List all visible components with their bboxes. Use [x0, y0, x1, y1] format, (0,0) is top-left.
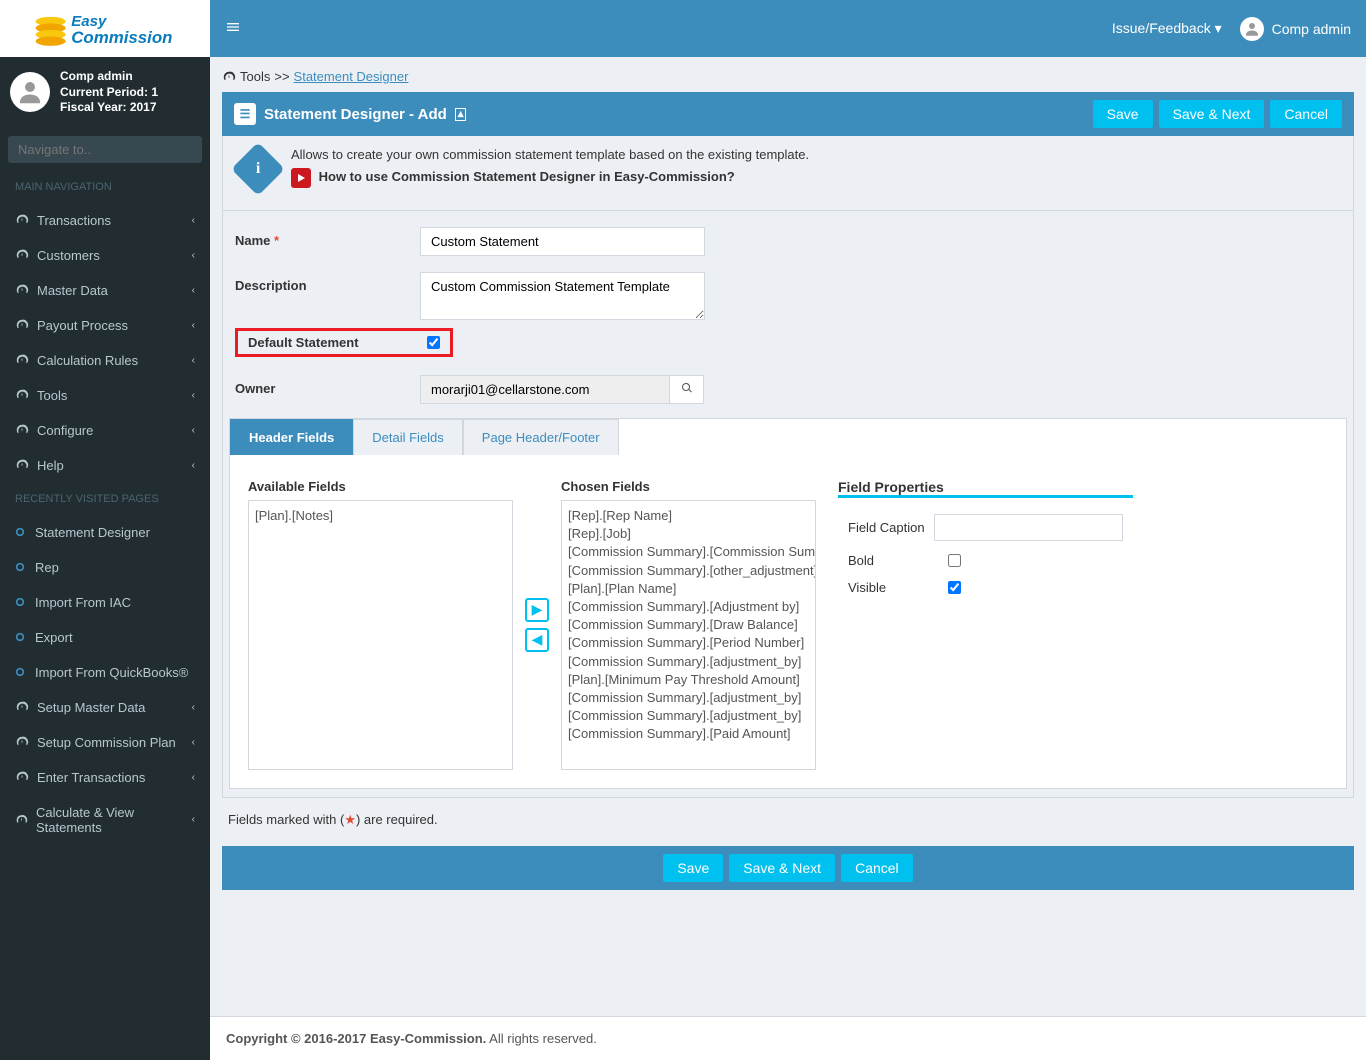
tab-detail-fields[interactable]: Detail Fields — [353, 419, 463, 455]
recent-item[interactable]: Export — [0, 620, 210, 655]
logo[interactable]: Easy Commission — [0, 0, 210, 57]
howto-link[interactable]: How to use Commission Statement Designer… — [319, 169, 735, 184]
cancel-button-bottom[interactable]: Cancel — [841, 854, 913, 882]
field-caption-input[interactable] — [934, 514, 1123, 541]
nav-search[interactable] — [8, 136, 202, 163]
cancel-button[interactable]: Cancel — [1270, 100, 1342, 128]
page-title: Statement Designer - Add — [264, 106, 447, 123]
menu-toggle[interactable] — [225, 19, 241, 38]
sidebar-item-enter-transactions[interactable]: Enter Transactions‹ — [0, 760, 210, 795]
available-fields-list[interactable]: [Plan].[Notes] — [248, 500, 513, 770]
save-button[interactable]: Save — [1093, 100, 1153, 128]
recent-header: RECENTLY VISITED PAGES — [0, 483, 210, 515]
sidebar-item-help[interactable]: Help‹ — [0, 448, 210, 483]
sidebar-item-calculate-view-statements[interactable]: Calculate & View Statements‹ — [0, 795, 210, 845]
list-item[interactable]: [Commission Summary].[adjustment_by] — [568, 653, 809, 671]
collapse-icon[interactable]: ▴ — [455, 108, 467, 121]
user-panel: Comp admin Current Period: 1 Fiscal Year… — [0, 57, 210, 128]
list-item[interactable]: [Plan].[Plan Name] — [568, 580, 809, 598]
user-fiscal: Fiscal Year: 2017 — [60, 100, 158, 116]
owner-input — [420, 375, 670, 404]
sidebar-item-transactions[interactable]: Transactions‹ — [0, 203, 210, 238]
info-icon: i — [231, 142, 285, 196]
list-item[interactable]: [Rep].[Rep Name] — [568, 507, 809, 525]
sidebar-item-setup-commission-plan[interactable]: Setup Commission Plan‹ — [0, 725, 210, 760]
sidebar-item-payout-process[interactable]: Payout Process‹ — [0, 308, 210, 343]
list-item[interactable]: [Commission Summary].[Adjustment by] — [568, 598, 809, 616]
save-next-button[interactable]: Save & Next — [1159, 100, 1265, 128]
recent-item[interactable]: Statement Designer — [0, 515, 210, 550]
breadcrumb: Tools >> Statement Designer — [222, 69, 1354, 84]
panel-header: ☰ Statement Designer - Add ▴ Save Save &… — [222, 92, 1354, 136]
avatar-icon — [1240, 17, 1264, 41]
sidebar-item-calculation-rules[interactable]: Calculation Rules‹ — [0, 343, 210, 378]
recent-item[interactable]: Import From QuickBooks® — [0, 655, 210, 690]
list-item[interactable]: [Commission Summary].[adjustment_by] — [568, 689, 809, 707]
bold-checkbox[interactable] — [948, 554, 961, 567]
dashboard-icon — [222, 70, 236, 84]
play-icon[interactable] — [291, 168, 311, 188]
caret-down-icon: ▾ — [1215, 20, 1222, 36]
move-right-button[interactable]: ▶ — [525, 598, 549, 622]
list-item[interactable]: [Commission Summary].[Draw Balance] — [568, 616, 809, 634]
required-note: Fields marked with (★) are required. — [222, 798, 1354, 836]
issue-feedback-link[interactable]: Issue/Feedback ▾ — [1112, 20, 1222, 37]
user-period: Current Period: 1 — [60, 85, 158, 101]
save-button-bottom[interactable]: Save — [663, 854, 723, 882]
tab-page-header-footer[interactable]: Page Header/Footer — [463, 419, 619, 455]
list-item[interactable]: [Plan].[Notes] — [255, 507, 506, 525]
footer: Copyright © 2016-2017 Easy-Commission. A… — [210, 1016, 1366, 1060]
search-input[interactable] — [18, 142, 194, 157]
list-item[interactable]: [Plan].[Minimum Pay Threshold Amount] — [568, 671, 809, 689]
avatar — [10, 72, 50, 112]
sidebar-item-configure[interactable]: Configure‹ — [0, 413, 210, 448]
tab-header-fields[interactable]: Header Fields — [230, 419, 353, 455]
default-statement-highlight: Default Statement — [235, 328, 453, 357]
nav-header: MAIN NAVIGATION — [0, 171, 210, 203]
sidebar-item-master-data[interactable]: Master Data‹ — [0, 273, 210, 308]
sidebar-item-customers[interactable]: Customers‹ — [0, 238, 210, 273]
move-left-button[interactable]: ◀ — [525, 628, 549, 652]
breadcrumb-link[interactable]: Statement Designer — [294, 69, 409, 84]
sidebar-item-tools[interactable]: Tools‹ — [0, 378, 210, 413]
list-item[interactable]: [Rep].[Job] — [568, 525, 809, 543]
recent-item[interactable]: Import From IAC — [0, 585, 210, 620]
list-item[interactable]: [Commission Summary].[adjustment_by] — [568, 707, 809, 725]
default-statement-checkbox[interactable] — [427, 336, 440, 349]
chosen-fields-list[interactable]: [Rep].[Rep Name][Rep].[Job][Commission S… — [561, 500, 816, 770]
recent-item[interactable]: Rep — [0, 550, 210, 585]
document-icon: ☰ — [234, 103, 256, 125]
name-input[interactable] — [420, 227, 705, 256]
list-item[interactable]: [Commission Summary].[Paid Amount] — [568, 725, 809, 743]
visible-checkbox[interactable] — [948, 581, 961, 594]
sidebar-item-setup-master-data[interactable]: Setup Master Data‹ — [0, 690, 210, 725]
info-strip: i Allows to create your own commission s… — [222, 136, 1354, 211]
list-item[interactable]: [Commission Summary].[Period Number] — [568, 634, 809, 652]
list-item[interactable]: [Commission Summary].[Commission Summary… — [568, 543, 809, 561]
topbar-user[interactable]: Comp admin — [1240, 17, 1351, 41]
save-next-button-bottom[interactable]: Save & Next — [729, 854, 835, 882]
list-item[interactable]: [Commission Summary].[other_adjustment] — [568, 562, 809, 580]
user-name: Comp admin — [60, 69, 158, 85]
svg-text:Commission: Commission — [71, 28, 172, 47]
owner-lookup-button[interactable] — [670, 375, 704, 404]
description-input[interactable]: Custom Commission Statement Template — [420, 272, 705, 320]
